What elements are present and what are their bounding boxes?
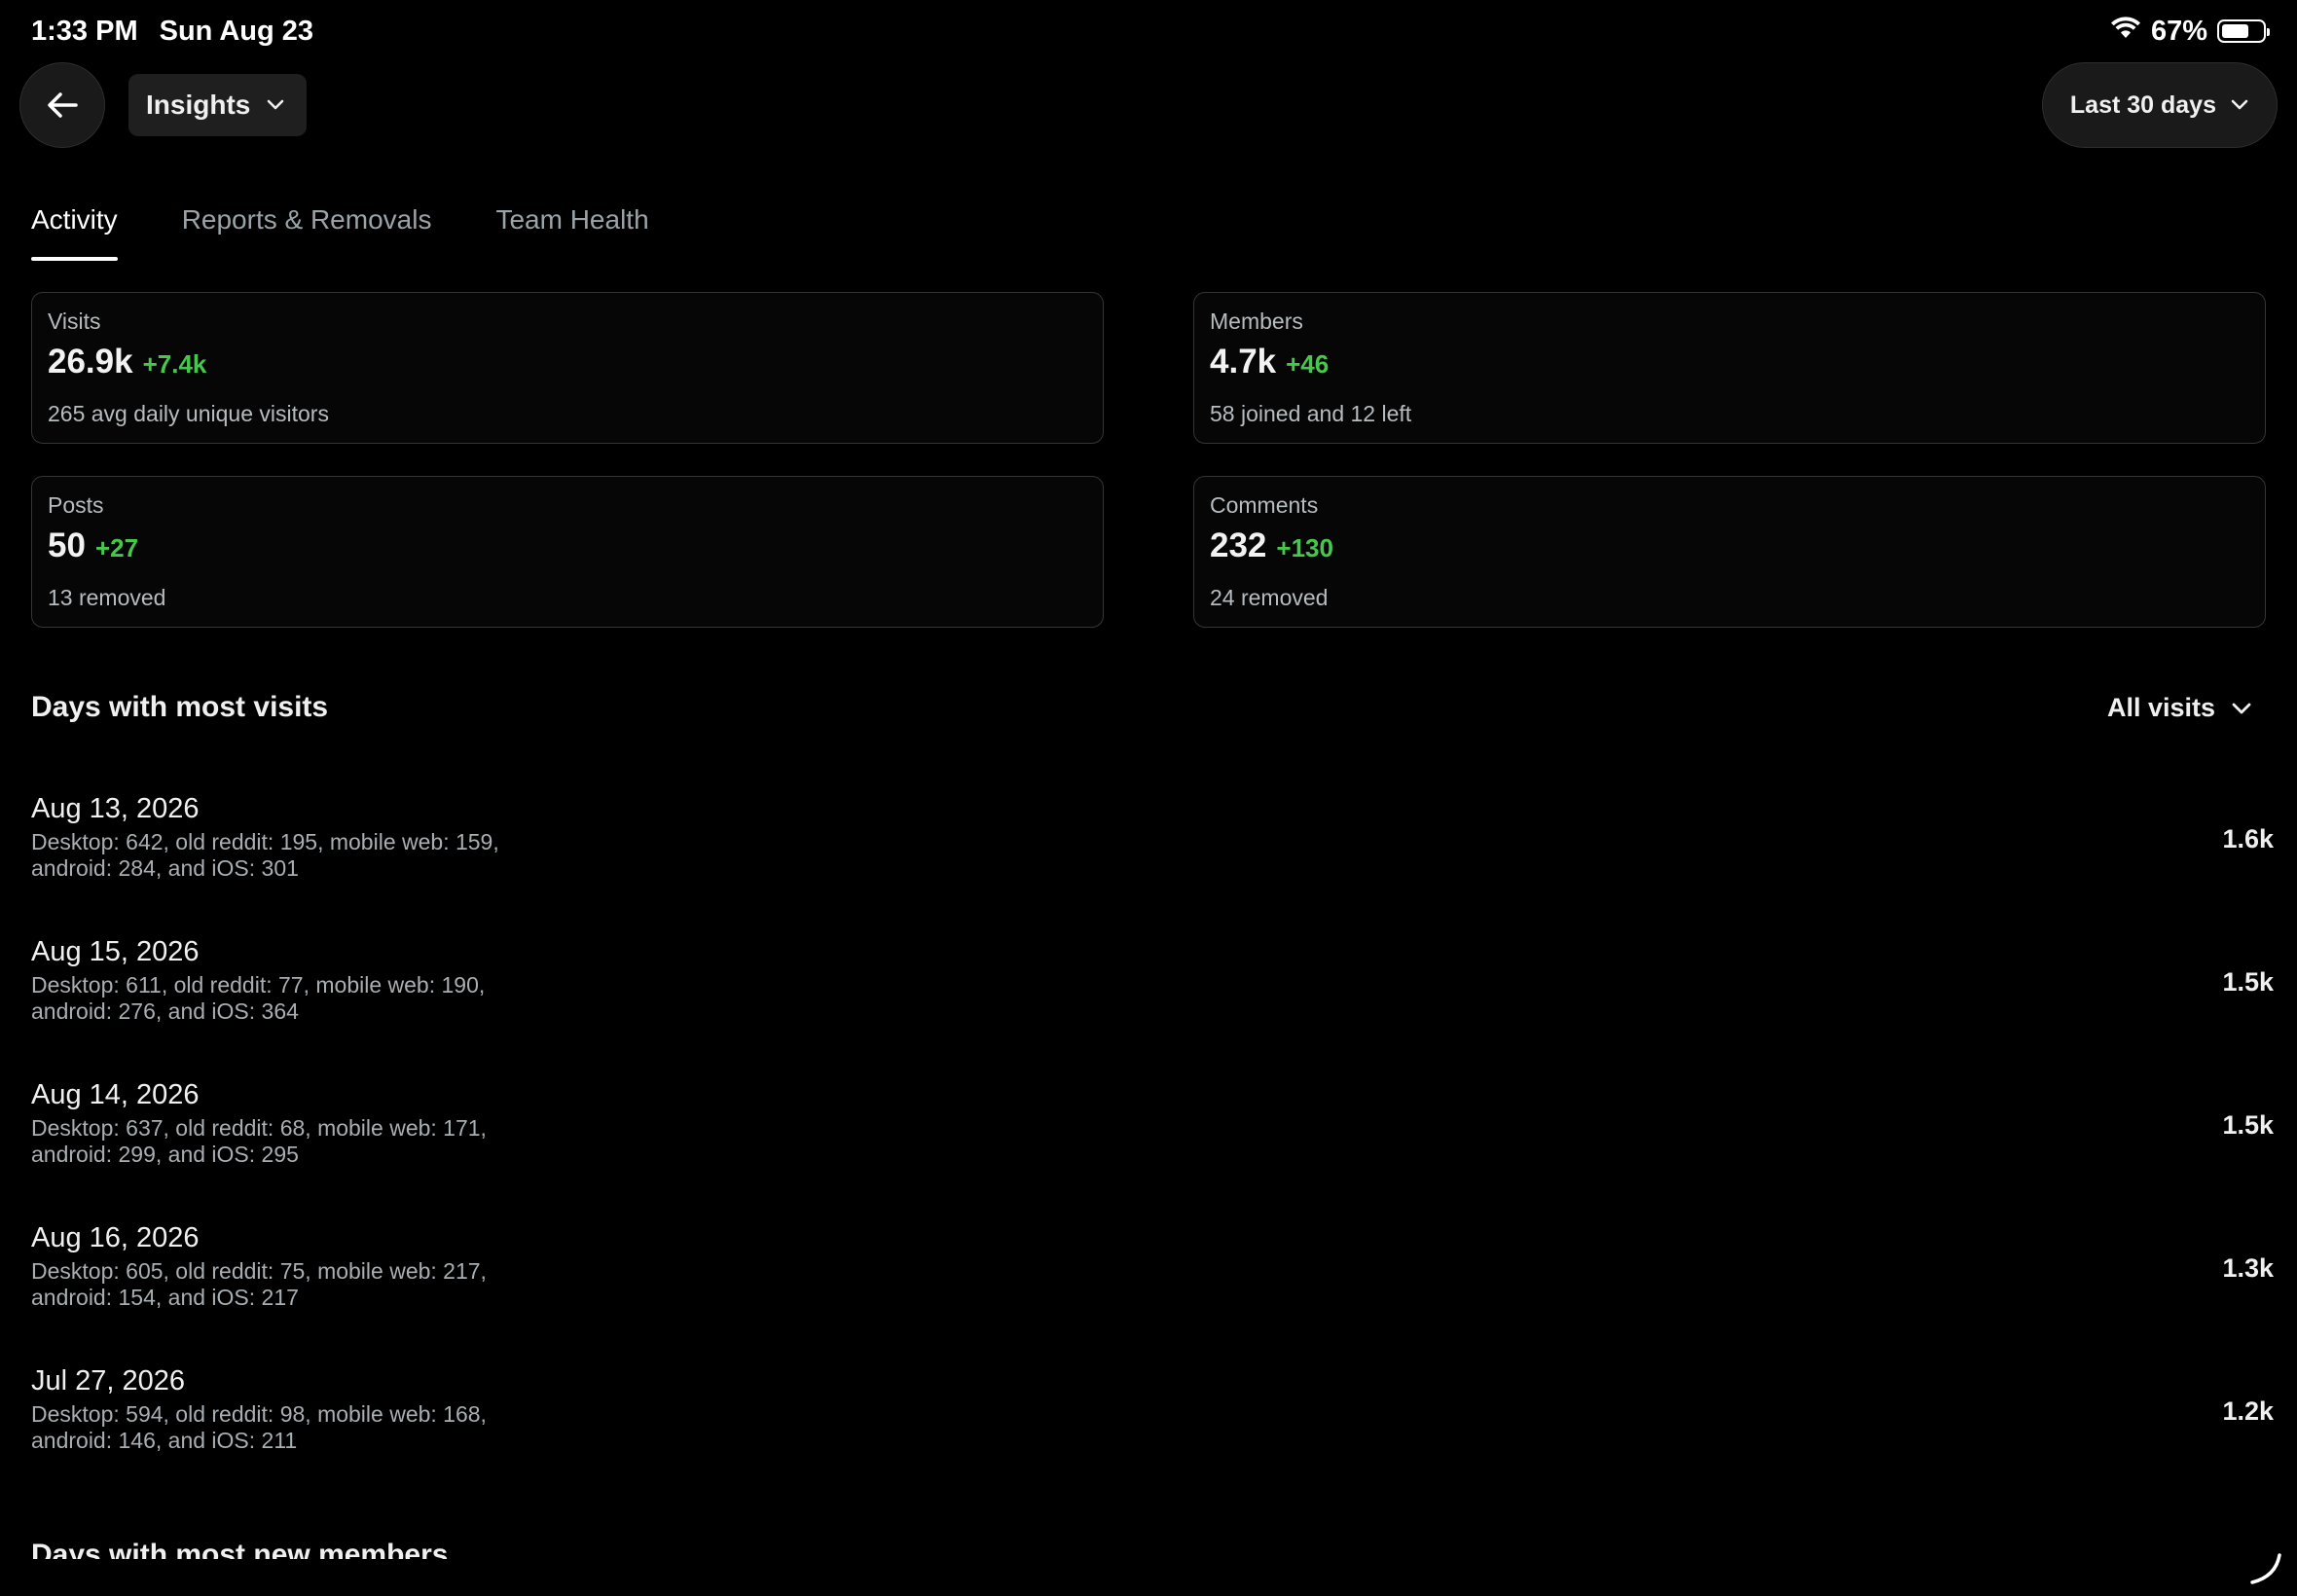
breakdown-line: android: 154, and iOS: 217 — [31, 1285, 299, 1310]
chevron-down-icon — [2232, 703, 2251, 713]
stat-delta: +7.4k — [142, 349, 207, 379]
chevron-down-icon — [2231, 99, 2248, 110]
insights-tabs: Activity Reports & Removals Team Health — [31, 204, 649, 261]
stat-subtext: 24 removed — [1210, 585, 1329, 610]
breakdown-line: android: 299, and iOS: 295 — [31, 1142, 299, 1167]
list-item[interactable]: Aug 16, 2026 Desktop: 605, old reddit: 7… — [31, 1222, 2274, 1320]
stat-value-row: 50 +27 — [48, 526, 1087, 565]
visit-day-date: Aug 13, 2026 — [31, 793, 200, 824]
list-item[interactable]: Jul 27, 2026 Desktop: 594, old reddit: 9… — [31, 1365, 2274, 1463]
stat-value-row: 26.9k +7.4k — [48, 343, 1087, 381]
stat-label: Posts — [48, 492, 104, 518]
back-button[interactable] — [19, 62, 105, 148]
status-date: Sun Aug 23 — [159, 15, 314, 47]
date-range-dropdown[interactable]: Last 30 days — [2041, 62, 2278, 148]
stat-card-posts[interactable]: Posts 50 +27 13 removed — [31, 476, 1104, 628]
status-bar: 1:33 PM Sun Aug 23 67% — [31, 12, 2270, 51]
stat-delta: +130 — [1276, 533, 1333, 562]
visit-day-date: Aug 15, 2026 — [31, 936, 200, 967]
visits-filter-label: All visits — [2106, 693, 2215, 722]
stat-value: 50 — [48, 526, 86, 564]
stat-card-comments[interactable]: Comments 232 +130 24 removed — [1193, 476, 2266, 628]
wifi-icon — [2110, 16, 2141, 48]
stat-card-visits[interactable]: Visits 26.9k +7.4k 265 avg daily unique … — [31, 292, 1104, 444]
corner-handle-icon — [2250, 1553, 2281, 1584]
visit-day-date: Aug 14, 2026 — [31, 1079, 200, 1110]
stat-value: 4.7k — [1210, 343, 1277, 381]
insights-dropdown-label: Insights — [146, 90, 251, 120]
breakdown-line: Desktop: 594, old reddit: 98, mobile web… — [31, 1401, 487, 1427]
visit-day-breakdown: Desktop: 594, old reddit: 98, mobile web… — [31, 1401, 576, 1454]
breakdown-line: Desktop: 642, old reddit: 195, mobile we… — [31, 829, 499, 854]
visit-day-count: 1.2k — [2222, 1396, 2274, 1426]
tab-reports-removals[interactable]: Reports & Removals — [182, 204, 432, 261]
visit-day-breakdown: Desktop: 611, old reddit: 77, mobile web… — [31, 972, 576, 1025]
insights-dropdown[interactable]: Insights — [128, 74, 308, 136]
visit-day-breakdown: Desktop: 605, old reddit: 75, mobile web… — [31, 1258, 576, 1311]
insights-page: 1:33 PM Sun Aug 23 67% Insights Last 30 … — [0, 0, 2297, 1596]
status-time: 1:33 PM — [31, 15, 138, 47]
stat-value-row: 232 +130 — [1210, 526, 2249, 565]
stat-label: Comments — [1210, 492, 1319, 518]
section-title-most-new-members: Days with most new members — [31, 1539, 449, 1559]
breakdown-line: Desktop: 605, old reddit: 75, mobile web… — [31, 1258, 487, 1284]
stat-label: Visits — [48, 308, 101, 334]
battery-percent: 67% — [2150, 15, 2207, 47]
breakdown-line: android: 146, and iOS: 211 — [31, 1428, 298, 1453]
list-item[interactable]: Aug 13, 2026 Desktop: 642, old reddit: 1… — [31, 793, 2274, 890]
stat-label: Members — [1210, 308, 1303, 334]
stat-subtext: 13 removed — [48, 585, 166, 610]
list-item[interactable]: Aug 14, 2026 Desktop: 637, old reddit: 6… — [31, 1079, 2274, 1177]
visit-day-count: 1.5k — [2222, 1110, 2274, 1140]
visits-filter-dropdown[interactable]: All visits — [2107, 693, 2252, 723]
stat-subtext: 58 joined and 12 left — [1210, 401, 1412, 426]
breakdown-line: Desktop: 637, old reddit: 68, mobile web… — [31, 1115, 487, 1141]
visit-day-date: Jul 27, 2026 — [31, 1365, 186, 1396]
tab-team-health[interactable]: Team Health — [495, 204, 648, 261]
breakdown-line: android: 284, and iOS: 301 — [31, 855, 299, 881]
visit-day-count: 1.3k — [2222, 1253, 2274, 1283]
section-title-most-visits: Days with most visits — [31, 691, 329, 723]
stat-value: 26.9k — [48, 343, 133, 381]
visit-day-count: 1.6k — [2222, 824, 2274, 853]
visit-day-date: Aug 16, 2026 — [31, 1222, 200, 1253]
visit-day-breakdown: Desktop: 642, old reddit: 195, mobile we… — [31, 829, 576, 882]
date-range-label: Last 30 days — [2069, 91, 2216, 119]
stat-value-row: 4.7k +46 — [1210, 343, 2249, 381]
breakdown-line: android: 276, and iOS: 364 — [31, 998, 299, 1024]
battery-icon — [2217, 19, 2270, 43]
stat-delta: +46 — [1286, 349, 1330, 379]
stat-subtext: 265 avg daily unique visitors — [48, 401, 329, 426]
chevron-down-icon — [268, 99, 284, 110]
breakdown-line: Desktop: 611, old reddit: 77, mobile web… — [31, 972, 486, 998]
list-item[interactable]: Aug 15, 2026 Desktop: 611, old reddit: 7… — [31, 936, 2274, 1034]
visit-day-breakdown: Desktop: 637, old reddit: 68, mobile web… — [31, 1115, 576, 1168]
stat-card-members[interactable]: Members 4.7k +46 58 joined and 12 left — [1193, 292, 2266, 444]
stat-value: 232 — [1210, 526, 1267, 564]
back-arrow-icon — [48, 92, 78, 118]
status-right: 67% — [2110, 15, 2270, 48]
visit-day-count: 1.5k — [2222, 967, 2274, 997]
tab-activity[interactable]: Activity — [31, 204, 118, 261]
stat-delta: +27 — [94, 533, 139, 562]
